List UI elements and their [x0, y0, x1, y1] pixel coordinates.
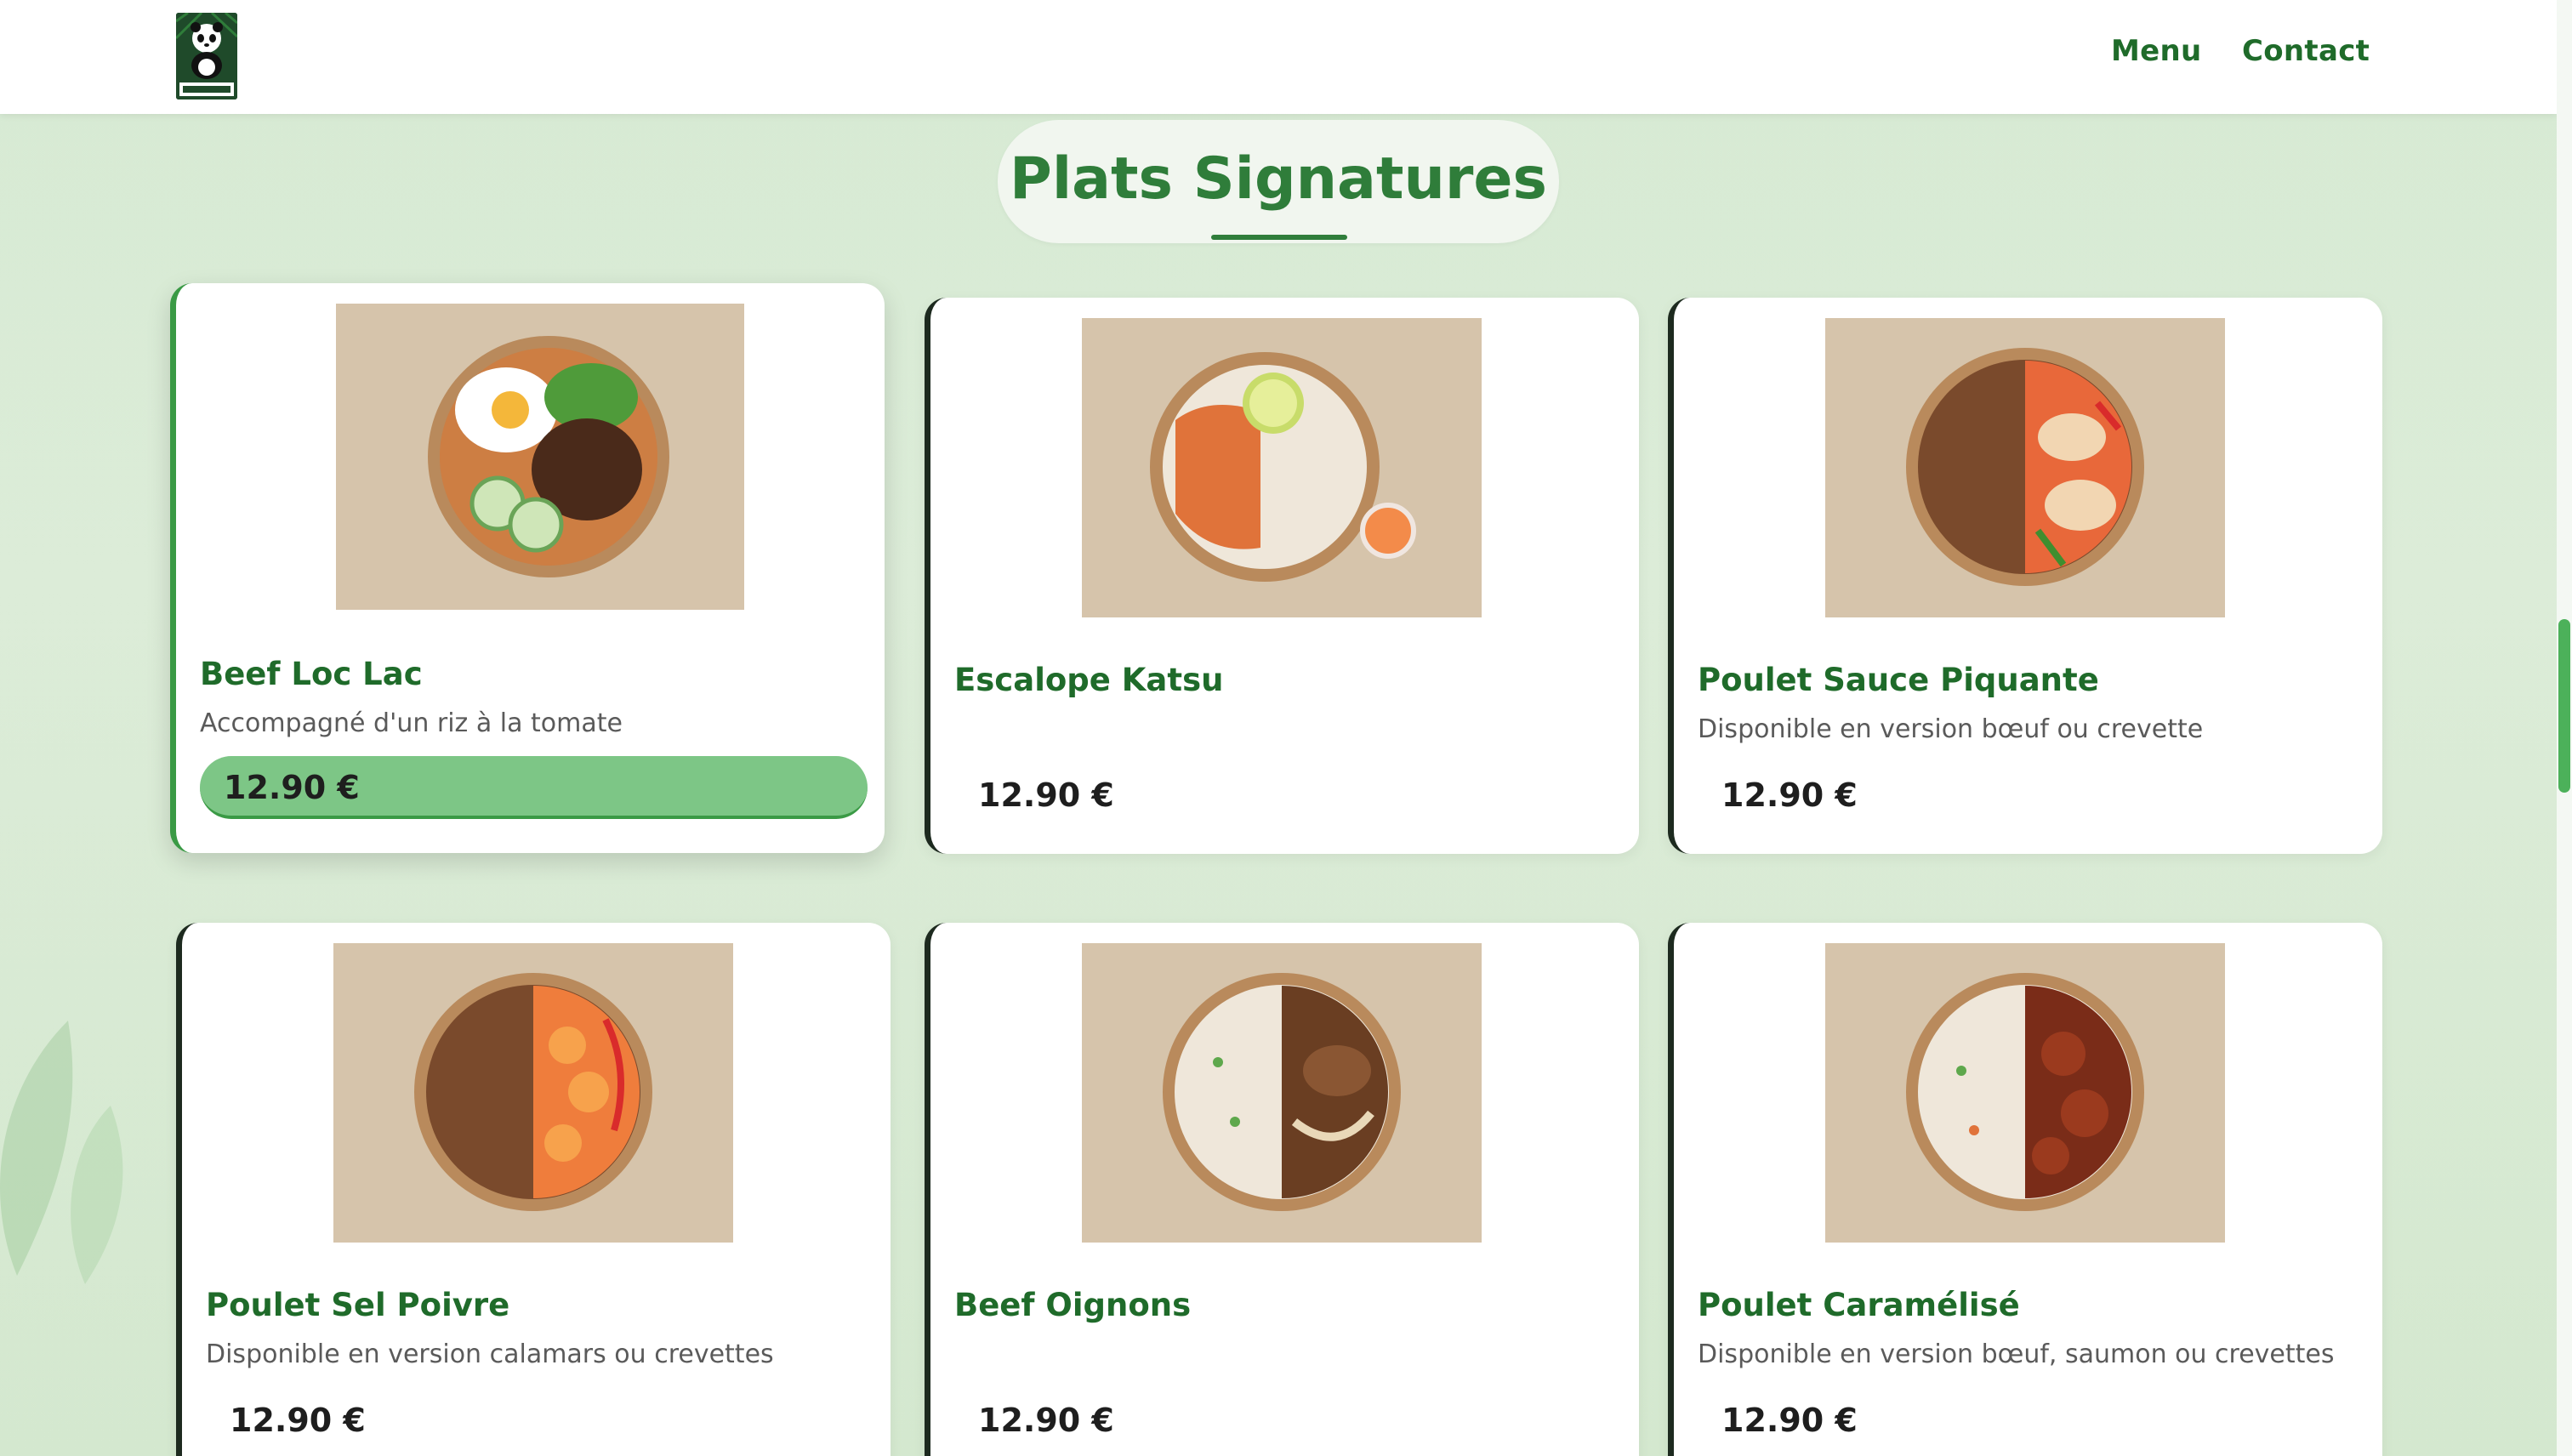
dish-name: Poulet Sauce Piquante — [1698, 662, 2099, 698]
nav-menu-link[interactable]: Menu — [2111, 34, 2202, 68]
dish-price: 12.90 € — [1721, 1402, 1858, 1439]
title-underline — [1211, 235, 1347, 240]
dish-price: 12.90 € — [978, 1402, 1114, 1439]
dish-card[interactable]: Beef Loc Lac Accompagné d'un riz à la to… — [170, 283, 885, 853]
dish-price: 12.90 € — [1721, 776, 1858, 814]
dish-card[interactable]: Poulet Sel Poivre Disponible en version … — [176, 923, 891, 1456]
scrollbar-track[interactable] — [2557, 0, 2572, 1456]
dish-description: Accompagné d'un riz à la tomate — [200, 708, 623, 738]
panda-logo-icon — [176, 13, 237, 100]
dish-description: Disponible en version bœuf ou crevette — [1698, 714, 2204, 744]
dish-photo — [336, 304, 744, 610]
dish-photo — [333, 943, 733, 1243]
bamboo-leaf-decoration — [0, 1021, 123, 1284]
dish-price: 12.90 € — [200, 756, 868, 819]
scrollbar-thumb[interactable] — [2558, 619, 2570, 793]
dish-card[interactable]: Poulet Sauce Piquante Disponible en vers… — [1668, 298, 2382, 854]
dish-name: Poulet Caramélisé — [1698, 1287, 2020, 1323]
dish-description: Disponible en version bœuf, saumon ou cr… — [1698, 1339, 2335, 1369]
dish-price: 12.90 € — [978, 776, 1114, 814]
dish-card[interactable]: Beef Oignons 12.90 € — [925, 923, 1639, 1456]
dish-photo — [1082, 943, 1482, 1243]
dish-description: Disponible en version calamars ou crevet… — [206, 1339, 774, 1369]
dish-name: Beef Loc Lac — [200, 656, 423, 692]
dish-card[interactable]: Escalope Katsu 12.90 € — [925, 298, 1639, 854]
dish-photo — [1082, 318, 1482, 617]
dish-card[interactable]: Poulet Caramélisé Disponible en version … — [1668, 923, 2382, 1456]
dish-photo — [1825, 318, 2225, 617]
dish-name: Poulet Sel Poivre — [206, 1287, 510, 1323]
dish-price: 12.90 € — [230, 1402, 366, 1439]
dish-photo — [1825, 943, 2225, 1243]
darewok-logo[interactable] — [176, 13, 237, 100]
section-title: Plats Signatures — [1010, 145, 1547, 213]
site-header: Menu Contact — [0, 0, 2557, 114]
nav-contact-link[interactable]: Contact — [2242, 34, 2370, 68]
dish-name: Escalope Katsu — [954, 662, 1224, 698]
section-title-pill: Plats Signatures — [998, 120, 1559, 243]
dish-name: Beef Oignons — [954, 1287, 1192, 1323]
